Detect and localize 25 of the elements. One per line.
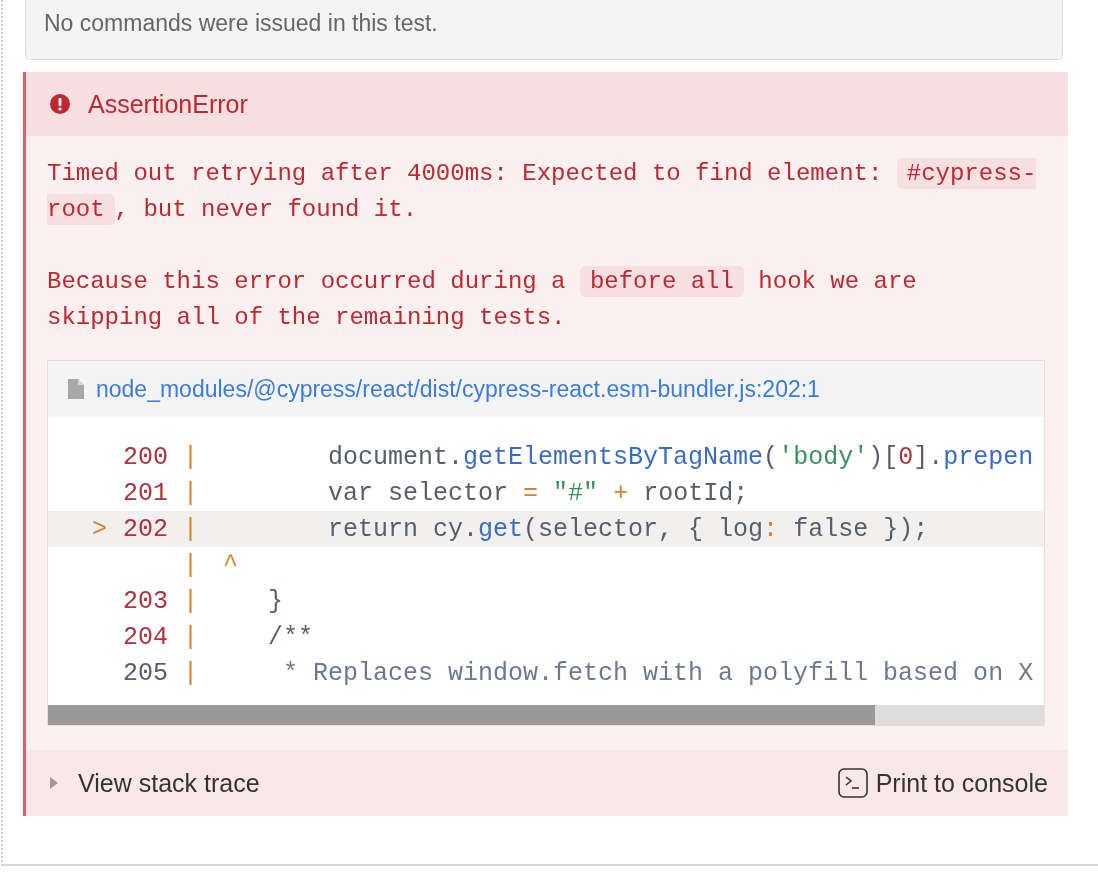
code-line: }: [267, 586, 283, 616]
line-number: |: [182, 550, 198, 580]
file-icon: [68, 379, 84, 399]
stack-trace-toggle[interactable]: View stack trace: [50, 768, 260, 798]
code-line: return cy.get(selector, { log: false });: [327, 514, 929, 544]
code-line: var selector = "#" + rootId;: [327, 478, 749, 508]
line-number: 201 |: [121, 478, 198, 508]
error-message: Timed out retrying after 4000ms: Expected to find element: #cypress-root , but never found it.: [47, 157, 1037, 227]
caret-icon: [50, 777, 58, 789]
code-line: document.getElementsByTagName('body')[0].prepen: [327, 442, 1034, 472]
error-title: AssertionError: [88, 89, 248, 119]
commands-notice: No commands were issued in this test.: [25, 0, 1063, 60]
line-number: > 202 |: [90, 514, 198, 544]
terminal-icon: [837, 768, 868, 798]
horizontal-scrollbar[interactable]: [48, 705, 1044, 725]
line-number: 205 |: [121, 658, 198, 688]
line-number: 200 |: [121, 442, 198, 472]
print-to-console-button[interactable]: Print to console: [837, 768, 1048, 798]
line-number: 204 |: [121, 622, 198, 652]
code-line: * Replaces window.fetch with a polyfill based on X: [282, 658, 1034, 688]
code-line: /**: [267, 622, 314, 652]
line-number: 203 |: [121, 586, 198, 616]
error-message: Because this error occurred during a before all hook we are skipping all of the remaining tests.: [47, 265, 918, 333]
code-line: ^: [222, 550, 239, 580]
alert-icon: [50, 94, 70, 114]
